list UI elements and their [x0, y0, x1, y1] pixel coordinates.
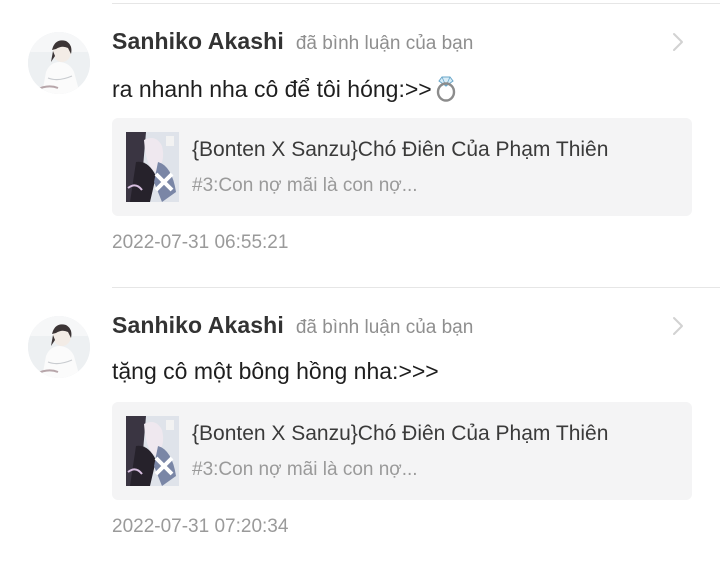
- comment-text: ra nhanh nha cô để tôi hóng:>>: [112, 74, 459, 103]
- avatar[interactable]: [28, 32, 90, 94]
- story-cover-thumbnail: [126, 416, 179, 486]
- timestamp: 2022-07-31 07:20:34: [112, 516, 289, 537]
- story-card[interactable]: {Bonten X Sanzu}Chó Điên Của Phạm Thiên …: [112, 118, 692, 216]
- avatar[interactable]: [28, 316, 90, 378]
- chapter-title: #3:Con nợ mãi là con nợ...: [192, 459, 418, 480]
- chevron-right-icon[interactable]: [668, 30, 688, 54]
- notification-item[interactable]: Sanhiko Akashi đã bình luận của bạn tặng…: [0, 288, 720, 567]
- chevron-right-icon[interactable]: [668, 314, 688, 338]
- chapter-title: #3:Con nợ mãi là con nợ...: [192, 175, 418, 196]
- timestamp: 2022-07-31 06:55:21: [112, 232, 289, 253]
- notification-list: Sanhiko Akashi đã bình luận của bạn ra n…: [0, 0, 720, 567]
- ring-icon: [433, 74, 459, 102]
- user-name[interactable]: Sanhiko Akashi: [112, 28, 284, 55]
- action-text: đã bình luận của bạn: [295, 317, 474, 338]
- story-title: {Bonten X Sanzu}Chó Điên Của Phạm Thiên: [192, 422, 609, 445]
- story-title: {Bonten X Sanzu}Chó Điên Của Phạm Thiên: [192, 138, 609, 161]
- notification-header: Sanhiko Akashi đã bình luận của bạn: [112, 28, 473, 55]
- comment-body: ra nhanh nha cô để tôi hóng:>>: [112, 76, 432, 102]
- action-text: đã bình luận của bạn: [295, 33, 474, 54]
- story-cover-thumbnail: [126, 132, 179, 202]
- notification-header: Sanhiko Akashi đã bình luận của bạn: [112, 312, 473, 339]
- user-name[interactable]: Sanhiko Akashi: [112, 312, 284, 339]
- story-card[interactable]: {Bonten X Sanzu}Chó Điên Của Phạm Thiên …: [112, 402, 692, 500]
- comment-text: tặng cô một bông hồng nha:>>>: [112, 358, 439, 384]
- notification-item[interactable]: Sanhiko Akashi đã bình luận của bạn ra n…: [0, 4, 720, 287]
